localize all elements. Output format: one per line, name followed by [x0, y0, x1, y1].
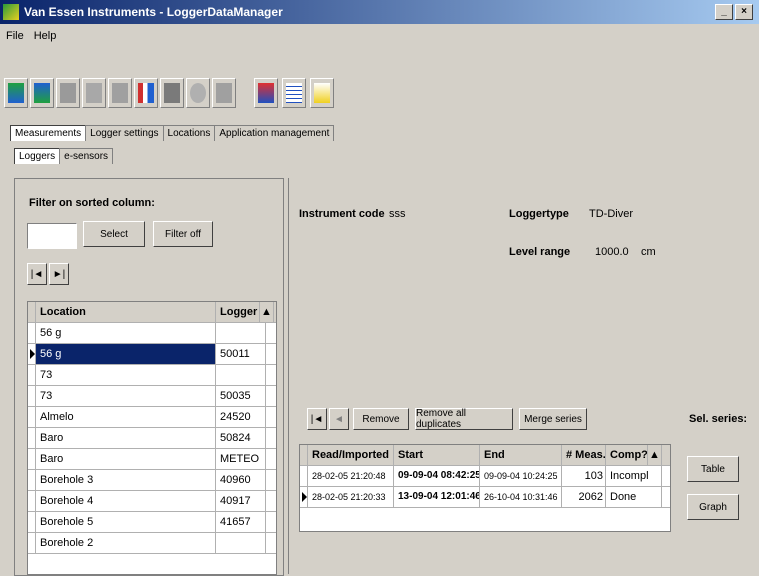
remove-button[interactable]: Remove	[353, 408, 409, 430]
tab-measurements[interactable]: Measurements	[10, 125, 87, 141]
row-indicator	[28, 302, 36, 322]
tab-loggers[interactable]: Loggers	[14, 148, 61, 164]
header-location[interactable]: Location	[36, 302, 216, 322]
table-row[interactable]: Almelo 24520	[28, 407, 276, 428]
header-logger[interactable]: Logger	[216, 302, 260, 322]
download-icon	[8, 83, 24, 103]
table-button[interactable]: Table	[687, 456, 739, 482]
tools2-button[interactable]	[212, 78, 236, 108]
home-button[interactable]	[254, 78, 278, 108]
table-row[interactable]: Borehole 3 40960	[28, 470, 276, 491]
bars-button[interactable]	[134, 78, 158, 108]
scroll-up-icon[interactable]: ▲	[260, 302, 274, 322]
main-tabs: Measurements Logger settings Locations A…	[10, 125, 335, 141]
grid-icon	[60, 83, 76, 103]
tab-locations[interactable]: Locations	[162, 125, 216, 141]
app-icon	[3, 4, 19, 20]
tools-icon	[86, 83, 102, 103]
toolbar	[0, 52, 759, 124]
tools2-icon	[216, 83, 232, 103]
sub-tabs: Loggers e-sensors	[14, 148, 114, 164]
table-row[interactable]: 56 g	[28, 323, 276, 344]
gray-block-icon	[164, 83, 180, 103]
table-row-selected[interactable]: 56 g 50011	[28, 344, 276, 365]
locations-table: Location Logger ▲ 56 g 56 g 50011 73 73 50…	[27, 301, 277, 575]
table-header: Location Logger ▲	[28, 302, 276, 323]
tab-application-management[interactable]: Application management	[214, 125, 335, 141]
graph-button[interactable]	[310, 78, 334, 108]
header-start[interactable]: Start	[394, 445, 480, 465]
grid-button[interactable]	[56, 78, 80, 108]
filter-label: Filter on sorted column:	[29, 197, 155, 209]
table-row[interactable]: 73	[28, 365, 276, 386]
header-comp[interactable]: Comp?	[606, 445, 648, 465]
download-button[interactable]	[4, 78, 28, 108]
table-row[interactable]: Borehole 4 40917	[28, 491, 276, 512]
filter-off-button[interactable]: Filter off	[153, 221, 213, 247]
home-icon	[258, 83, 274, 103]
graph-icon	[314, 83, 330, 103]
level-range-value: 1000.0	[595, 246, 629, 258]
series-row-selected[interactable]: 28-02-05 21:20:33 13-09-04 12:01:46 26-1…	[300, 487, 670, 508]
header-end[interactable]: End	[480, 445, 562, 465]
tab-logger-settings[interactable]: Logger settings	[85, 125, 164, 141]
chart-icon	[112, 83, 128, 103]
close-button[interactable]: ×	[735, 4, 753, 20]
table-row[interactable]: Borehole 5 41657	[28, 512, 276, 533]
gray-block-button[interactable]	[160, 78, 184, 108]
level-range-label: Level range	[509, 246, 571, 258]
series-row[interactable]: 28-02-05 21:20:48 09-09-04 08:42:25 09-0…	[300, 466, 670, 487]
upload-icon	[34, 83, 50, 103]
details-panel: Instrument code sss Loggertype TD-Diver …	[288, 178, 759, 574]
tab-e-sensors[interactable]: e-sensors	[59, 148, 114, 164]
series-nav-first-button[interactable]: |◄	[307, 408, 327, 430]
instrument-code-label: Instrument code	[299, 208, 385, 220]
nav-first-button[interactable]: |◄	[27, 263, 47, 285]
molecule-icon	[190, 83, 206, 103]
tools-button[interactable]	[82, 78, 106, 108]
table-row[interactable]: Borehole 2	[28, 533, 276, 554]
series-table: Read/Imported Start End # Meas. Comp? ▲ …	[299, 444, 671, 532]
level-unit: cm	[641, 246, 656, 258]
menu-file[interactable]: File	[6, 30, 24, 42]
bars-icon	[138, 83, 154, 103]
table-row[interactable]: 73 50035	[28, 386, 276, 407]
menu-bar: File Help	[0, 26, 759, 46]
filter-panel: Filter on sorted column: Select Filter o…	[14, 178, 284, 576]
header-read[interactable]: Read/Imported	[308, 445, 394, 465]
minimize-button[interactable]: _	[715, 4, 733, 20]
instrument-code-value: sss	[389, 208, 406, 220]
chart-button[interactable]	[108, 78, 132, 108]
nav-last-button[interactable]: ►|	[49, 263, 69, 285]
header-meas[interactable]: # Meas.	[562, 445, 606, 465]
report-icon	[286, 83, 302, 103]
filter-input[interactable]	[27, 223, 77, 249]
loggertype-label: Loggertype	[509, 208, 569, 220]
sel-series-label: Sel. series:	[689, 413, 748, 425]
title-bar: Van Essen Instruments - LoggerDataManage…	[0, 0, 759, 24]
menu-help[interactable]: Help	[34, 30, 57, 42]
scroll-up-icon[interactable]: ▲	[648, 445, 662, 465]
molecule-button[interactable]	[186, 78, 210, 108]
series-header: Read/Imported Start End # Meas. Comp? ▲	[300, 445, 670, 466]
merge-series-button[interactable]: Merge series	[519, 408, 587, 430]
table-row[interactable]: Baro 50824	[28, 428, 276, 449]
report-button[interactable]	[282, 78, 306, 108]
table-row[interactable]: Baro METEO	[28, 449, 276, 470]
graph-button-view[interactable]: Graph	[687, 494, 739, 520]
remove-all-duplicates-button[interactable]: Remove all duplicates	[415, 408, 513, 430]
series-nav-prev-button[interactable]: ◄	[329, 408, 349, 430]
loggertype-value: TD-Diver	[589, 208, 633, 220]
window-title: Van Essen Instruments - LoggerDataManage…	[24, 5, 283, 19]
select-button[interactable]: Select	[83, 221, 145, 247]
upload-button[interactable]	[30, 78, 54, 108]
